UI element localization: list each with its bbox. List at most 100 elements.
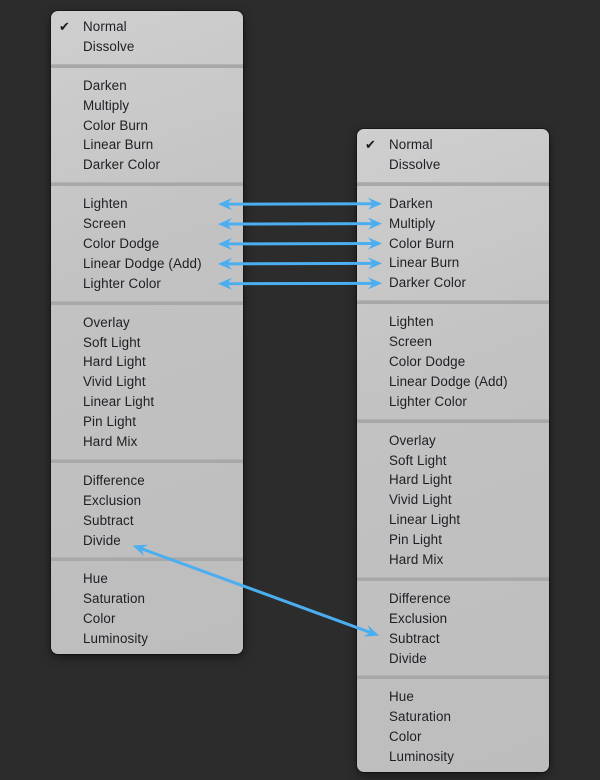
menu-item-saturation[interactable]: Saturation bbox=[357, 707, 549, 727]
menu-item-label: Vivid Light bbox=[389, 492, 452, 508]
menu-item-saturation[interactable]: Saturation bbox=[51, 589, 243, 609]
menu-item-hue[interactable]: Hue bbox=[357, 687, 549, 707]
menu-item-exclusion[interactable]: Exclusion bbox=[357, 609, 549, 629]
menu-item-color[interactable]: Color bbox=[51, 609, 243, 629]
menu-item-difference[interactable]: Difference bbox=[357, 589, 549, 609]
menu-item-label: Color Burn bbox=[389, 235, 455, 251]
menu-item-color-burn[interactable]: Color Burn bbox=[51, 116, 243, 136]
menu-separator bbox=[51, 557, 243, 562]
menu-item-overlay[interactable]: Overlay bbox=[51, 313, 243, 333]
menu-item-darken[interactable]: Darken bbox=[51, 76, 243, 96]
menu-item-label: Linear Light bbox=[83, 394, 155, 410]
menu-item-label: Pin Light bbox=[83, 414, 137, 430]
menu-item-label: Hard Mix bbox=[389, 552, 444, 568]
menu-item-dissolve[interactable]: Dissolve bbox=[357, 155, 549, 175]
menu-item-darker-color[interactable]: Darker Color bbox=[357, 273, 549, 293]
menu-item-label: Hard Mix bbox=[83, 434, 138, 450]
menu-item-darker-color[interactable]: Darker Color bbox=[51, 155, 243, 175]
menu-item-label: Lighter Color bbox=[389, 393, 467, 409]
menu-item-label: Saturation bbox=[389, 709, 452, 725]
menu-item-linear-light[interactable]: Linear Light bbox=[51, 392, 243, 412]
menu-item-subtract[interactable]: Subtract bbox=[357, 629, 549, 649]
menu-item-divide[interactable]: Divide bbox=[357, 649, 549, 669]
menu-item-label: Hue bbox=[389, 689, 414, 705]
menu-item-linear-light[interactable]: Linear Light bbox=[357, 510, 549, 530]
menu-item-lighter-color[interactable]: Lighter Color bbox=[51, 274, 243, 294]
menu-item-hard-light[interactable]: Hard Light bbox=[51, 352, 243, 372]
menu-item-luminosity[interactable]: Luminosity bbox=[357, 747, 549, 767]
menu-item-label: Dissolve bbox=[83, 38, 135, 54]
menu-group: Overlay Soft Light Hard Light Vivid Light Li… bbox=[357, 431, 549, 570]
menu-item-label: Soft Light bbox=[389, 452, 447, 468]
menu-separator bbox=[51, 300, 243, 305]
menu-item-label: Difference bbox=[389, 590, 451, 606]
menu-item-linear-burn[interactable]: Linear Burn bbox=[51, 135, 243, 155]
menu-item-color-dodge[interactable]: Color Dodge bbox=[357, 352, 549, 372]
menu-group: Overlay Soft Light Hard Light Vivid Light Li… bbox=[51, 313, 243, 452]
menu-item-screen[interactable]: Screen bbox=[51, 214, 243, 234]
menu-item-exclusion[interactable]: Exclusion bbox=[51, 491, 243, 511]
menu-separator bbox=[51, 458, 243, 463]
menu-group: Darken Multiply Color Burn Linear Burn Darke… bbox=[357, 194, 549, 293]
menu-item-label: Subtract bbox=[83, 512, 134, 528]
menu-item-hard-mix[interactable]: Hard Mix bbox=[357, 550, 549, 570]
menu-item-color[interactable]: Color bbox=[357, 727, 549, 747]
menu-item-label: Hue bbox=[83, 571, 108, 587]
checkmark-icon: ✔ bbox=[59, 19, 70, 34]
menu-item-soft-light[interactable]: Soft Light bbox=[51, 333, 243, 353]
menu-item-darken[interactable]: Darken bbox=[357, 194, 549, 214]
menu-item-label: Color Burn bbox=[83, 117, 149, 133]
blend-mode-menu-left: ✔ Normal Dissolve Darken Multiply Color Burn L… bbox=[51, 11, 243, 655]
menu-item-divide[interactable]: Divide bbox=[51, 531, 243, 551]
menu-item-normal[interactable]: ✔ Normal bbox=[51, 17, 243, 37]
menu-item-dissolve[interactable]: Dissolve bbox=[51, 37, 243, 57]
menu-item-hard-mix[interactable]: Hard Mix bbox=[51, 432, 243, 452]
menu-item-lighter-color[interactable]: Lighter Color bbox=[357, 392, 549, 412]
menu-item-normal[interactable]: ✔ Normal bbox=[357, 135, 549, 155]
menu-item-multiply[interactable]: Multiply bbox=[357, 214, 549, 234]
menu-item-subtract[interactable]: Subtract bbox=[51, 511, 243, 531]
menu-item-color-burn[interactable]: Color Burn bbox=[357, 234, 549, 254]
menu-group: Difference Exclusion Subtract Divide bbox=[357, 589, 549, 669]
menu-item-pin-light[interactable]: Pin Light bbox=[357, 530, 549, 550]
menu-item-label: Color Dodge bbox=[83, 236, 160, 252]
menu-group: ✔ Normal Dissolve bbox=[51, 17, 243, 57]
menu-item-lighten[interactable]: Lighten bbox=[51, 194, 243, 214]
menu-item-hard-light[interactable]: Hard Light bbox=[357, 470, 549, 490]
menu-separator bbox=[357, 675, 549, 680]
blend-mode-menu-right: ✔ Normal Dissolve Darken Multiply Color Burn L… bbox=[357, 129, 549, 773]
menu-item-label: Divide bbox=[389, 650, 427, 666]
menu-item-label: Overlay bbox=[389, 432, 436, 448]
menu-item-difference[interactable]: Difference bbox=[51, 471, 243, 491]
menu-item-multiply[interactable]: Multiply bbox=[51, 96, 243, 116]
menu-item-label: Hard Light bbox=[83, 354, 146, 370]
menu-item-label: Exclusion bbox=[389, 610, 448, 626]
menu-item-label: Lighten bbox=[83, 196, 128, 212]
menu-item-label: Dissolve bbox=[389, 156, 441, 172]
menu-item-linear-dodge-add[interactable]: Linear Dodge (Add) bbox=[357, 372, 549, 392]
menu-item-lighten[interactable]: Lighten bbox=[357, 312, 549, 332]
menu-item-pin-light[interactable]: Pin Light bbox=[51, 412, 243, 432]
menu-separator bbox=[51, 182, 243, 187]
menu-group: ✔ Normal Dissolve bbox=[357, 135, 549, 175]
menu-item-overlay[interactable]: Overlay bbox=[357, 431, 549, 451]
menu-item-label: Lighten bbox=[389, 314, 434, 330]
menu-item-label: Lighter Color bbox=[83, 275, 161, 291]
menu-item-soft-light[interactable]: Soft Light bbox=[357, 451, 549, 471]
menu-item-label: Darker Color bbox=[389, 275, 467, 291]
menu-item-vivid-light[interactable]: Vivid Light bbox=[357, 490, 549, 510]
menu-item-screen[interactable]: Screen bbox=[357, 332, 549, 352]
menu-item-color-dodge[interactable]: Color Dodge bbox=[51, 234, 243, 254]
menu-item-linear-dodge-add[interactable]: Linear Dodge (Add) bbox=[51, 254, 243, 274]
menu-item-label: Linear Burn bbox=[389, 255, 460, 271]
menu-item-label: Pin Light bbox=[389, 532, 443, 548]
menu-separator bbox=[357, 300, 549, 305]
menu-item-luminosity[interactable]: Luminosity bbox=[51, 629, 243, 649]
menu-group: Lighten Screen Color Dodge Linear Dodge (Ad… bbox=[357, 312, 549, 411]
menu-item-label: Multiply bbox=[83, 97, 130, 113]
menu-item-vivid-light[interactable]: Vivid Light bbox=[51, 372, 243, 392]
menu-item-hue[interactable]: Hue bbox=[51, 569, 243, 589]
menu-item-linear-burn[interactable]: Linear Burn bbox=[357, 253, 549, 273]
menu-item-label: Soft Light bbox=[83, 334, 141, 350]
menu-item-label: Subtract bbox=[389, 630, 440, 646]
